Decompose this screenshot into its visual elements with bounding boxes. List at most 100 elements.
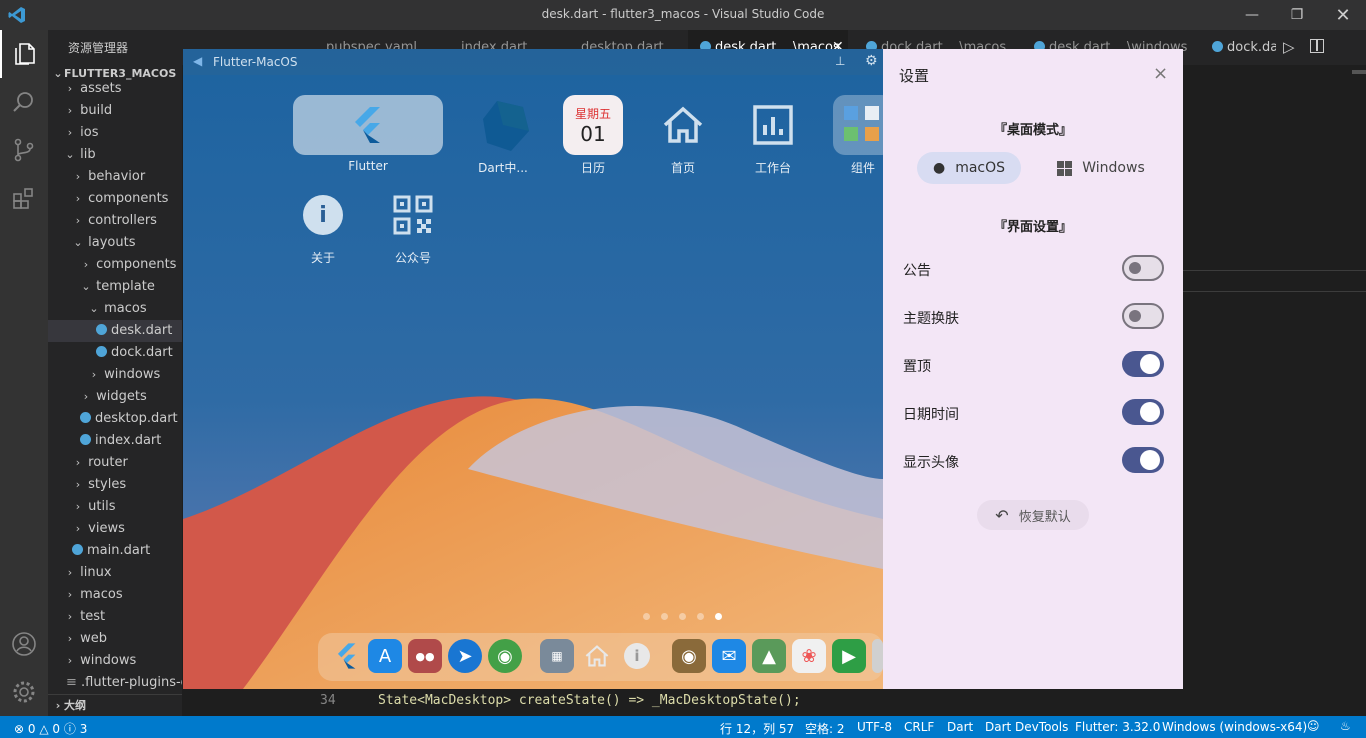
tree-item-desktop-dart[interactable]: desktop.dart bbox=[48, 408, 182, 430]
run-icon[interactable]: ▷ bbox=[1283, 38, 1295, 56]
tree-item-windows[interactable]: › windows bbox=[48, 650, 182, 672]
search-icon[interactable] bbox=[0, 78, 48, 126]
tree-item-flutter-plugins[interactable]: ≡ .flutter-plugins-de bbox=[48, 672, 182, 694]
page-dot[interactable] bbox=[697, 613, 704, 620]
tree-item-layouts-components[interactable]: › components bbox=[48, 254, 182, 276]
tree-item-ios[interactable]: › ios bbox=[48, 122, 182, 144]
indentation[interactable]: 空格: 2 bbox=[805, 720, 845, 737]
toggle-datetime[interactable] bbox=[1122, 399, 1164, 425]
tree-item-views[interactable]: › views bbox=[48, 518, 182, 540]
explorer-header: 资源管理器 bbox=[68, 41, 129, 55]
explorer-icon[interactable] bbox=[0, 30, 48, 78]
minimize-button[interactable]: — bbox=[1229, 0, 1275, 30]
tree-item-assets[interactable]: › assets bbox=[48, 78, 182, 100]
scrollbar-overview[interactable] bbox=[1352, 70, 1366, 74]
tree-item-index-dart[interactable]: index.dart bbox=[48, 430, 182, 452]
tree-item-styles[interactable]: › styles bbox=[48, 474, 182, 496]
source-control-icon[interactable] bbox=[0, 126, 48, 174]
code-line[interactable]: State<MacDesktop> createState() => _MacD… bbox=[378, 693, 801, 708]
extensions-icon[interactable] bbox=[0, 174, 48, 222]
outline-panel-header[interactable]: › 大纲 bbox=[48, 694, 182, 717]
tree-item-web[interactable]: › web bbox=[48, 628, 182, 650]
notifications-icon[interactable]: ♨ bbox=[1340, 719, 1351, 733]
tree-item-desk-dart[interactable]: desk.dart bbox=[48, 320, 182, 342]
dock-more-icon[interactable] bbox=[872, 639, 883, 673]
tab-dock-partial[interactable]: dock.dar bbox=[1196, 30, 1276, 65]
tree-item-utils[interactable]: › utils bbox=[48, 496, 182, 518]
dock-camera-icon[interactable]: ◉ bbox=[672, 639, 706, 673]
app-official-account[interactable]: 公众号 bbox=[368, 185, 458, 266]
app-flutter[interactable]: Flutter bbox=[293, 95, 443, 173]
app-workbench[interactable]: 工作台 bbox=[728, 95, 818, 176]
dock-facetime-icon[interactable]: ▶ bbox=[832, 639, 866, 673]
app-components[interactable]: 组件 bbox=[818, 95, 883, 176]
dock-info-icon[interactable]: i bbox=[620, 639, 654, 673]
tree-item-main-dart[interactable]: main.dart bbox=[48, 540, 182, 562]
mode-windows-button[interactable]: Windows bbox=[1039, 152, 1163, 184]
tree-item-controllers[interactable]: › controllers bbox=[48, 210, 182, 232]
flutter-window-titlebar[interactable]: ◀ Flutter-MacOS ⊥ ⚙ bbox=[183, 49, 883, 75]
language-mode[interactable]: Dart bbox=[947, 720, 973, 734]
flutter-version[interactable]: Flutter: 3.32.0 bbox=[1075, 720, 1160, 734]
dock-home-icon[interactable] bbox=[580, 639, 614, 673]
app-dart[interactable]: Dart中... bbox=[458, 95, 548, 176]
tree-item-template[interactable]: ⌄ template bbox=[48, 276, 182, 298]
split-editor-icon[interactable] bbox=[1310, 39, 1324, 53]
close-icon[interactable]: × bbox=[1153, 63, 1168, 84]
dock-appstore-icon[interactable]: A bbox=[368, 639, 402, 673]
tree-item-widgets[interactable]: › widgets bbox=[48, 386, 182, 408]
app-home[interactable]: 首页 bbox=[638, 95, 728, 176]
page-indicator[interactable] bbox=[643, 605, 733, 624]
toggle-avatar[interactable] bbox=[1122, 447, 1164, 473]
tree-item-windows-folder[interactable]: › windows bbox=[48, 364, 182, 386]
dock-flutter-icon[interactable] bbox=[330, 639, 364, 673]
toggle-theme[interactable] bbox=[1122, 303, 1164, 329]
problems-indicator[interactable]: ⊗ 0 △ 0 ⓘ 3 bbox=[14, 720, 87, 737]
page-dot[interactable] bbox=[643, 613, 650, 620]
dock-messages-icon[interactable]: ◉ bbox=[488, 639, 522, 673]
page-dot[interactable] bbox=[679, 613, 686, 620]
dock-maps-icon[interactable]: ▲ bbox=[752, 639, 786, 673]
app-calendar[interactable]: 星期五 01 日历 bbox=[548, 95, 638, 176]
tree-item-router[interactable]: › router bbox=[48, 452, 182, 474]
account-icon[interactable] bbox=[0, 620, 48, 668]
dock-photos-icon[interactable]: ❀ bbox=[792, 639, 826, 673]
dock-safari-icon[interactable]: ➤ bbox=[448, 639, 482, 673]
tree-item-components[interactable]: › components bbox=[48, 188, 182, 210]
tree-item-lib[interactable]: ⌄ lib bbox=[48, 144, 182, 166]
toggle-notice[interactable] bbox=[1122, 255, 1164, 281]
dock-mail-icon[interactable]: ✉ bbox=[712, 639, 746, 673]
dart-devtools[interactable]: Dart DevTools bbox=[985, 720, 1068, 734]
gear-icon[interactable] bbox=[0, 668, 48, 716]
window-title: desk.dart - flutter3_macos - Visual Stud… bbox=[541, 7, 825, 21]
end-of-line[interactable]: CRLF bbox=[904, 720, 934, 734]
restore-button[interactable]: ❐ bbox=[1274, 0, 1320, 30]
workbench-chart-icon bbox=[743, 95, 803, 155]
device-selector[interactable]: Windows (windows-x64) bbox=[1162, 720, 1307, 734]
dart-file-icon bbox=[96, 346, 107, 357]
app-about[interactable]: i 关于 bbox=[278, 185, 368, 266]
dock-game-icon[interactable]: ●● bbox=[408, 639, 442, 673]
reset-default-button[interactable]: ↶ 恢复默认 bbox=[977, 500, 1089, 530]
page-dot-active[interactable] bbox=[715, 613, 722, 620]
cursor-position[interactable]: 行 12，列 57 bbox=[720, 720, 794, 737]
settings-gear-icon[interactable]: ⚙ bbox=[865, 53, 878, 69]
tree-item-linux[interactable]: › linux bbox=[48, 562, 182, 584]
tree-item-macos-folder[interactable]: ⌄ macos bbox=[48, 298, 182, 320]
tree-item-test[interactable]: › test bbox=[48, 606, 182, 628]
tree-item-dock-dart[interactable]: dock.dart bbox=[48, 342, 182, 364]
encoding[interactable]: UTF-8 bbox=[857, 720, 892, 734]
tree-item-build[interactable]: › build bbox=[48, 100, 182, 122]
mode-macos-button[interactable]: ● macOS bbox=[917, 152, 1021, 184]
pin-icon[interactable]: ⊥ bbox=[835, 54, 845, 68]
error-icon: ⊗ bbox=[14, 722, 25, 736]
tree-item-macos[interactable]: › macos bbox=[48, 584, 182, 606]
feedback-icon[interactable]: ☺ bbox=[1307, 719, 1320, 733]
dock-launchpad-icon[interactable]: ▦ bbox=[540, 639, 574, 673]
ui-settings-title: 『界面设置』 bbox=[993, 220, 1072, 235]
tree-item-layouts[interactable]: ⌄ layouts bbox=[48, 232, 182, 254]
tree-item-behavior[interactable]: › behavior bbox=[48, 166, 182, 188]
toggle-pin-top[interactable] bbox=[1122, 351, 1164, 377]
close-window-button[interactable]: ✕ bbox=[1320, 0, 1366, 30]
page-dot[interactable] bbox=[661, 613, 668, 620]
